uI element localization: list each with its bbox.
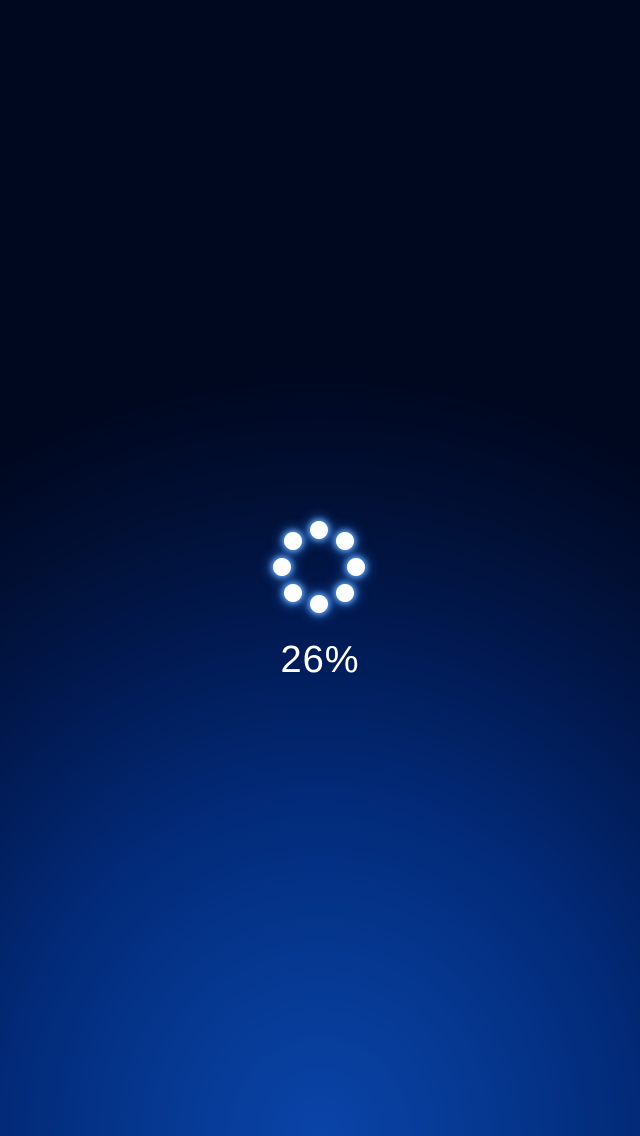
loading-spinner	[270, 518, 370, 618]
spinner-dot	[310, 521, 328, 539]
spinner-dot	[336, 532, 354, 550]
spinner-dot	[284, 532, 302, 550]
spinner-dot	[347, 558, 365, 576]
spinner-dot	[284, 584, 302, 602]
progress-percentage: 26%	[280, 639, 360, 681]
loading-screen: 26%	[0, 0, 640, 1136]
spinner-dot	[336, 584, 354, 602]
spinner-dot	[310, 595, 328, 613]
spinner-dot	[273, 558, 291, 576]
